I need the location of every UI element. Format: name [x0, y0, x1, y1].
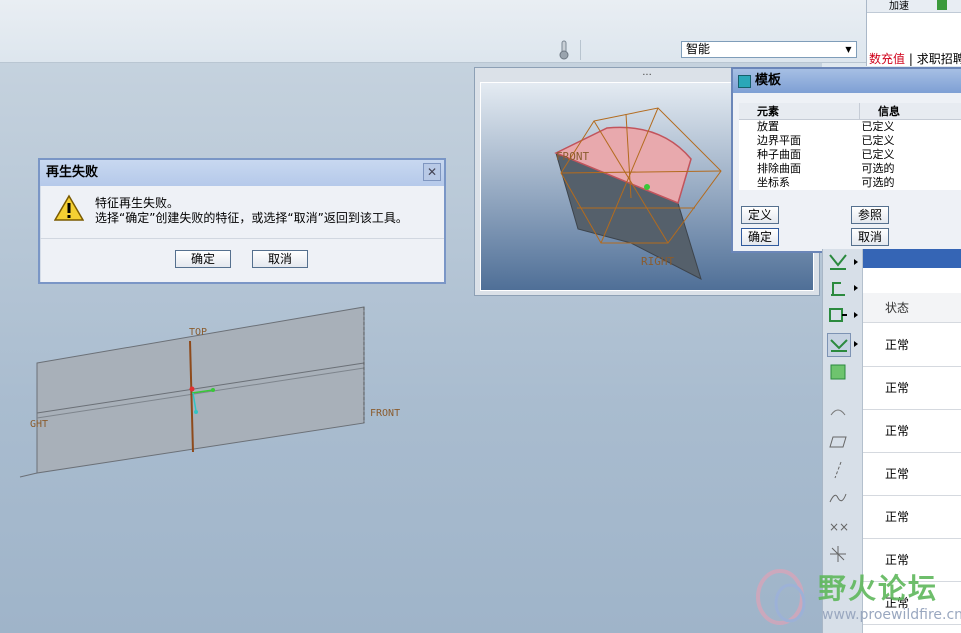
datum-plane-icon[interactable] — [827, 401, 849, 423]
datum-top-label: TOP — [189, 327, 207, 338]
table-row[interactable]: 放置 已定义 — [739, 120, 961, 135]
thermometer-icon[interactable] — [558, 40, 570, 60]
status-row[interactable]: 正常 — [863, 367, 961, 410]
browser-strip: 加速 数充值 | 求职招聘 — [866, 0, 961, 66]
status-row[interactable]: 正常 — [863, 496, 961, 539]
datum-axis-icon[interactable] — [827, 459, 849, 481]
csys-x-point — [211, 388, 215, 392]
info-cell: 已定义 — [861, 120, 895, 133]
top-toolbar: 智能 ▼ — [0, 0, 866, 63]
csys-origin — [189, 386, 195, 392]
table-row[interactable]: 排除曲面 可选的 — [739, 162, 961, 176]
close-icon[interactable]: ✕ — [423, 163, 441, 181]
browser-links: 数充值 | 求职招聘 — [869, 50, 961, 67]
accelerate-button[interactable]: 加速 — [889, 0, 909, 12]
column-header-element[interactable]: 元素 — [739, 103, 860, 120]
status-row[interactable]: 正常 — [863, 410, 961, 453]
define-button[interactable]: 定义 — [741, 206, 779, 224]
flyout-arrow-icon[interactable] — [854, 312, 858, 318]
watermark-url: www.proewildfire.cn — [822, 607, 961, 623]
merge-icon[interactable] — [827, 251, 849, 273]
dialog-body: 特征再生失败。 选择“确定”创建失败的特征，或选择“取消”返回到该工具。 — [40, 186, 444, 239]
filter-value: 智能 — [686, 42, 711, 56]
green-check-icon[interactable] — [937, 0, 947, 10]
element-cell: 坐标系 — [757, 176, 790, 189]
template-title: 模板 — [755, 73, 782, 88]
status-panel-header-bar — [863, 249, 961, 268]
status-row[interactable]: 正常 — [863, 453, 961, 496]
table-row[interactable]: 坐标系 可选的 — [739, 176, 961, 190]
dialog-title: 再生失败 — [46, 165, 99, 180]
error-message-line2: 选择“确定”创建失败的特征，或选择“取消”返回到该工具。 — [95, 211, 408, 225]
flyout-arrow-icon[interactable] — [854, 285, 858, 291]
chevron-down-icon[interactable]: ▼ — [841, 42, 856, 57]
reference-button[interactable]: 参照 — [851, 206, 889, 224]
datum-point-icon[interactable]: ××× — [827, 515, 849, 537]
watermark-name: 野火论坛 — [818, 572, 939, 605]
warning-icon — [54, 194, 84, 221]
template-dialog: 模板 元素 信息 放置 已定义 边界平面 已定义 种子曲面 已定义 排除曲面 可选的 坐… — [731, 67, 961, 253]
ok-button[interactable]: 确定 — [175, 250, 231, 268]
datum-plane-icon[interactable] — [827, 431, 849, 453]
svg-text:×××: ××× — [829, 520, 849, 534]
trim-icon[interactable] — [827, 277, 849, 299]
csys-y-point — [194, 410, 198, 414]
dialog-titlebar[interactable]: 再生失败 ✕ — [40, 160, 444, 186]
element-cell: 排除曲面 — [757, 162, 801, 175]
preview-csys — [644, 184, 650, 190]
flyout-arrow-icon[interactable] — [854, 259, 858, 265]
flyout-arrow-icon[interactable] — [854, 341, 858, 347]
info-cell: 可选的 — [861, 176, 895, 189]
link-separator: | — [905, 52, 917, 66]
selection-filter-dropdown[interactable]: 智能 ▼ — [681, 41, 857, 58]
extend-icon[interactable] — [827, 304, 849, 326]
preview-front-label: FRONT — [556, 150, 589, 163]
template-icon — [738, 75, 751, 88]
coordinate-system-icon[interactable] — [827, 543, 849, 565]
template-ok-button[interactable]: 确定 — [741, 228, 779, 246]
table-row[interactable]: 种子曲面 已定义 — [739, 148, 961, 162]
recharge-link[interactable]: 数充值 — [869, 52, 905, 66]
status-row[interactable]: 正常 — [863, 324, 961, 367]
forum-logo-icon — [756, 569, 806, 625]
regen-failed-dialog: 再生失败 ✕ 特征再生失败。 选择“确定”创建失败的特征，或选择“取消”返回到该… — [38, 158, 446, 284]
element-cell: 种子曲面 — [757, 148, 801, 161]
template-cancel-button[interactable]: 取消 — [851, 228, 889, 246]
datum-curve-icon[interactable] — [827, 487, 849, 509]
preview-right-label: RIGHT — [641, 255, 674, 268]
info-cell: 可选的 — [861, 162, 895, 175]
datum-right-label: GHT — [30, 419, 48, 430]
browser-toolbar: 加速 — [867, 0, 961, 13]
datum-front-label: FRONT — [370, 408, 400, 419]
column-header-info[interactable]: 信息 — [859, 103, 961, 120]
offset-icon[interactable] — [827, 333, 851, 357]
template-titlebar[interactable]: 模板 — [733, 69, 961, 93]
toolbar-separator — [580, 40, 581, 60]
table-row[interactable]: 边界平面 已定义 — [739, 134, 961, 148]
forum-watermark: 野火论坛 www.proewildfire.cn — [750, 565, 961, 633]
solidify-icon[interactable] — [827, 361, 849, 383]
info-cell: 已定义 — [861, 134, 895, 147]
surface-edge — [19, 472, 38, 478]
jobs-link[interactable]: 求职招聘 — [917, 52, 961, 66]
status-column-header[interactable]: 状态 — [863, 293, 961, 323]
element-cell: 放置 — [757, 120, 779, 133]
cancel-button[interactable]: 取消 — [252, 250, 308, 268]
element-table: 元素 信息 放置 已定义 边界平面 已定义 种子曲面 已定义 排除曲面 可选的 坐标系可… — [739, 103, 961, 190]
element-cell: 边界平面 — [757, 134, 801, 147]
info-cell: 已定义 — [861, 148, 895, 161]
